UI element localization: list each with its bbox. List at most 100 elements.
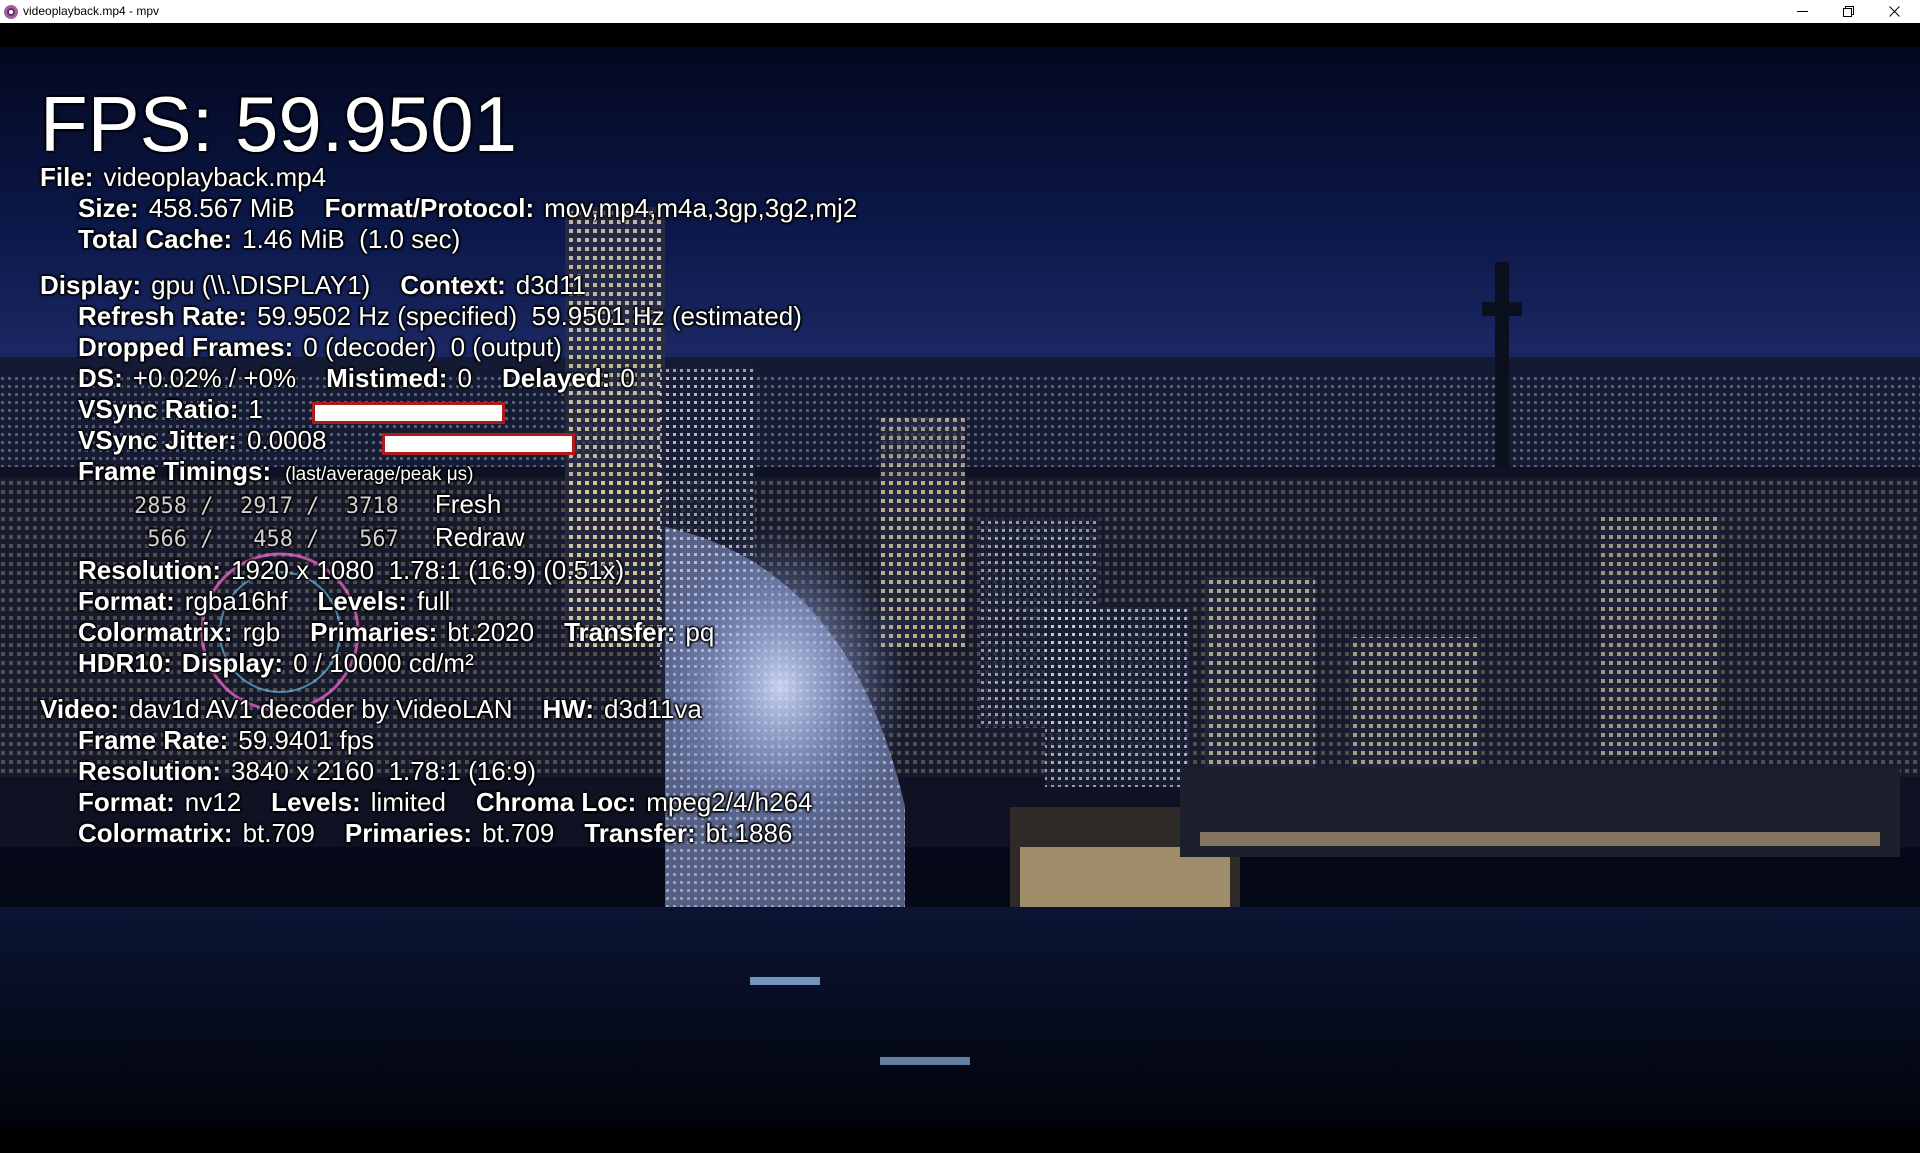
- output-resolution-label: Resolution:: [78, 555, 221, 585]
- close-icon: [1888, 6, 1900, 17]
- title-bar[interactable]: videoplayback.mp4 - mpv: [0, 0, 1920, 24]
- video-resolution-label: Resolution:: [78, 756, 221, 786]
- video-resolution-line: Resolution: 3840 x 2160 1.78:1 (16:9): [78, 756, 536, 787]
- video-resolution-value: 3840 x 2160 1.78:1 (16:9): [231, 756, 537, 786]
- restore-icon: [1842, 6, 1854, 17]
- size-value: 458.567 MiB: [148, 193, 295, 223]
- vsync-ratio-value: 1: [248, 394, 263, 424]
- vsync-jitter-line: VSync Jitter: 0.0008: [78, 425, 326, 456]
- size-label: Size:: [78, 193, 139, 223]
- ds-value: +0.02% / +0%: [132, 363, 297, 393]
- display-label: Display:: [40, 270, 142, 300]
- output-format-label: Format:: [78, 586, 175, 616]
- delayed-label: Delayed:: [501, 363, 611, 393]
- minimize-button[interactable]: [1780, 0, 1824, 23]
- video-transfer-label: Transfer:: [584, 818, 696, 848]
- video-value: dav1d AV1 decoder by VideoLAN: [128, 694, 513, 724]
- refresh-rate-line: Refresh Rate: 59.9502 Hz (specified) 59.9…: [78, 301, 802, 332]
- video-colormatrix-line: Colormatrix: bt.709 Primaries: bt.709 Transf…: [78, 818, 792, 849]
- refresh-rate-value: 59.9502 Hz (specified) 59.9501 Hz (estim…: [257, 301, 802, 331]
- total-cache-line: Total Cache: 1.46 MiB (1.0 sec): [78, 224, 460, 255]
- output-colormatrix-line: Colormatrix: rgb Primaries: bt.2020 Transfer…: [78, 617, 714, 648]
- video-colormatrix-value: bt.709: [242, 818, 315, 848]
- display-value: gpu (\\.\DISPLAY1): [151, 270, 371, 300]
- frame-timings-line: Frame Timings: (last/average/peak μs): [78, 456, 474, 487]
- format-protocol-label: Format/Protocol:: [324, 193, 535, 223]
- video-format-value: nv12: [184, 787, 242, 817]
- stats-overlay: FPS: 59.9501 File: videoplayback.mp4 Size…: [0, 47, 1920, 1127]
- refresh-rate-label: Refresh Rate:: [78, 301, 248, 331]
- output-colormatrix-label: Colormatrix:: [78, 617, 233, 647]
- video-levels-value: limited: [370, 787, 446, 817]
- vsync-ratio-graph: [312, 402, 505, 424]
- dropped-frames-label: Dropped Frames:: [78, 332, 294, 362]
- timing-values: 2858 / 2917 / 3718: [134, 494, 399, 519]
- hdr10-display-value: 0 / 10000 cd/m²: [293, 648, 474, 678]
- hw-value: d3d11va: [604, 694, 702, 724]
- total-cache-label: Total Cache:: [78, 224, 233, 254]
- ds-line: DS: +0.02% / +0% Mistimed: 0 Delayed: 0: [78, 363, 635, 394]
- fps-readout: FPS: 59.9501: [40, 80, 517, 168]
- context-value: d3d11: [515, 270, 587, 300]
- output-primaries-label: Primaries:: [310, 617, 438, 647]
- output-format-line: Format: rgba16hf Levels: full: [78, 586, 450, 617]
- timing-name: Redraw: [434, 522, 525, 552]
- frame-timings-label: Frame Timings:: [78, 456, 272, 486]
- minimize-icon: [1796, 11, 1808, 12]
- video-label: Video:: [40, 694, 119, 724]
- window-title: videoplayback.mp4 - mpv: [23, 4, 160, 18]
- vsync-jitter-graph: [382, 433, 575, 455]
- format-protocol-value: mov,mp4,m4a,3gp,3g2,mj2: [544, 193, 858, 223]
- hw-label: HW:: [542, 694, 595, 724]
- video-format-line: Format: nv12 Levels: limited Chroma Loc: mpeg…: [78, 787, 813, 818]
- timing-values: 566 / 458 / 567: [134, 527, 399, 552]
- vsync-ratio-line: VSync Ratio: 1: [78, 394, 263, 425]
- frame-rate-label: Frame Rate:: [78, 725, 229, 755]
- video-frame[interactable]: FPS: 59.9501 File: videoplayback.mp4 Size…: [0, 47, 1920, 1127]
- output-levels-value: full: [417, 586, 451, 616]
- video-line: Video: dav1d AV1 decoder by VideoLAN HW: d3…: [40, 694, 702, 725]
- chroma-loc-value: mpeg2/4/h264: [646, 787, 813, 817]
- file-value: videoplayback.mp4: [103, 162, 327, 192]
- video-levels-label: Levels:: [271, 787, 361, 817]
- frame-rate-line: Frame Rate: 59.9401 fps: [78, 725, 374, 756]
- dropped-frames-value: 0 (decoder) 0 (output): [303, 332, 562, 362]
- mistimed-value: 0: [457, 363, 472, 393]
- display-line: Display: gpu (\\.\DISPLAY1) Context: d3d11: [40, 270, 586, 301]
- video-transfer-value: bt.1886: [705, 818, 793, 848]
- video-colormatrix-label: Colormatrix:: [78, 818, 233, 848]
- file-label: File:: [40, 162, 94, 192]
- close-button[interactable]: [1872, 0, 1916, 23]
- delayed-value: 0: [620, 363, 635, 393]
- vsync-jitter-label: VSync Jitter:: [78, 425, 237, 455]
- video-area[interactable]: FPS: 59.9501 File: videoplayback.mp4 Size…: [0, 23, 1920, 1153]
- video-primaries-value: bt.709: [482, 818, 555, 848]
- timing-row-redraw: 566 / 458 / 567 Redraw: [134, 522, 525, 553]
- total-cache-value: 1.46 MiB (1.0 sec): [242, 224, 461, 254]
- context-label: Context:: [400, 270, 506, 300]
- hdr10-display-label: Display:: [181, 648, 284, 678]
- output-primaries-value: bt.2020: [447, 617, 535, 647]
- mistimed-label: Mistimed:: [326, 363, 448, 393]
- frame-rate-value: 59.9401 fps: [238, 725, 375, 755]
- output-resolution-line: Resolution: 1920 x 1080 1.78:1 (16:9) (0.…: [78, 555, 624, 586]
- dropped-frames-line: Dropped Frames: 0 (decoder) 0 (output): [78, 332, 562, 363]
- size-line: Size: 458.567 MiB Format/Protocol: mov,mp4,…: [78, 193, 857, 224]
- hdr10-line: HDR10: Display: 0 / 10000 cd/m²: [78, 648, 474, 679]
- hdr10-label: HDR10:: [78, 648, 172, 678]
- output-levels-label: Levels:: [317, 586, 408, 616]
- output-resolution-value: 1920 x 1080 1.78:1 (16:9) (0.51x): [231, 555, 625, 585]
- output-transfer-value: pq: [685, 617, 715, 647]
- output-format-value: rgba16hf: [184, 586, 288, 616]
- ds-label: DS:: [78, 363, 123, 393]
- video-format-label: Format:: [78, 787, 175, 817]
- mpv-app-icon[interactable]: [4, 5, 18, 19]
- video-primaries-label: Primaries:: [344, 818, 473, 848]
- output-colormatrix-value: rgb: [242, 617, 281, 647]
- timing-row-fresh: 2858 / 2917 / 3718 Fresh: [134, 489, 501, 520]
- chroma-loc-label: Chroma Loc:: [475, 787, 637, 817]
- output-transfer-label: Transfer:: [564, 617, 676, 647]
- frame-timings-note: (last/average/peak μs): [285, 464, 474, 485]
- maximize-button[interactable]: [1826, 0, 1870, 23]
- vsync-ratio-label: VSync Ratio:: [78, 394, 239, 424]
